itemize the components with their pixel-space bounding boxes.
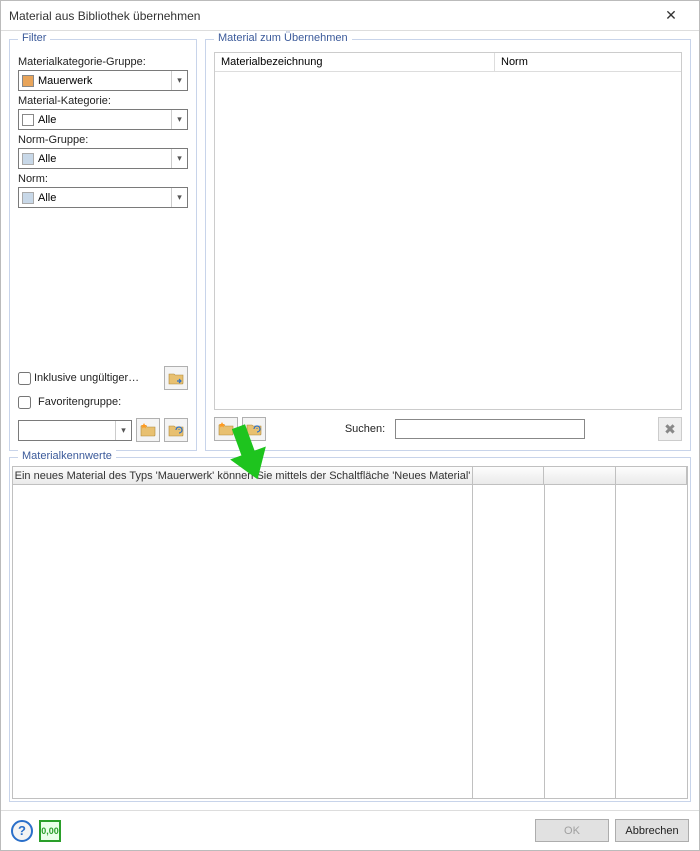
materialkennwerte-groupbox: Materialkennwerte Ein neues Material des… <box>9 457 691 802</box>
materialkennwerte-hint: Ein neues Material des Typs 'Mauerwerk' … <box>13 467 473 485</box>
combo-norm[interactable]: Alle ▾ <box>18 187 188 208</box>
folder-new-icon <box>218 421 234 437</box>
combo-value <box>19 421 115 440</box>
material-refresh-button[interactable] <box>242 417 266 441</box>
checkbox-inklusive-ungueltig-wrap[interactable]: Inklusive ungültiger… <box>18 372 139 385</box>
search-input[interactable] <box>395 419 585 439</box>
checkbox-label: Favoritengruppe: <box>38 396 121 408</box>
folder-new-icon <box>140 422 156 438</box>
dialog-window: Material aus Bibliothek übernehmen ✕ Fil… <box>0 0 700 851</box>
chevron-down-icon: ▾ <box>171 71 187 90</box>
combo-value: Mauerwerk <box>38 75 171 87</box>
checkbox-favoritengruppe-wrap[interactable]: Favoritengruppe: <box>18 392 188 412</box>
folder-refresh-icon <box>246 421 262 437</box>
title-bar: Material aus Bibliothek übernehmen ✕ <box>1 1 699 31</box>
material-list[interactable] <box>214 72 682 410</box>
combo-material-kategorie[interactable]: Alle ▾ <box>18 109 188 130</box>
label-norm: Norm: <box>18 173 188 185</box>
combo-value: Alle <box>38 192 171 204</box>
grid-body-cell <box>545 485 617 798</box>
column-header-materialbezeichnung[interactable]: Materialbezeichnung <box>215 53 495 72</box>
favorites-new-button[interactable] <box>136 418 160 442</box>
grid-header-cell <box>544 467 615 485</box>
combo-norm-gruppe[interactable]: Alle ▾ <box>18 148 188 169</box>
ok-label: OK <box>564 825 580 837</box>
folder-browse-icon <box>168 370 184 386</box>
cancel-label: Abbrechen <box>625 825 678 837</box>
material-list-header: Materialbezeichnung Norm <box>214 52 682 72</box>
label-materialkategorie-gruppe: Materialkategorie-Gruppe: <box>18 56 188 68</box>
swatch-icon <box>22 153 34 165</box>
filter-group-title: Filter <box>18 32 50 44</box>
material-transfer-groupbox: Material zum Übernehmen Materialbezeichn… <box>205 39 691 451</box>
filter-groupbox: Filter Materialkategorie-Gruppe: Mauerwe… <box>9 39 197 451</box>
chevron-down-icon: ▾ <box>171 110 187 129</box>
material-transfer-title: Material zum Übernehmen <box>214 32 352 44</box>
combo-value: Alle <box>38 114 171 126</box>
materialkennwerte-title: Materialkennwerte <box>18 450 116 462</box>
combo-favoritengruppe[interactable]: ▾ <box>18 420 132 441</box>
window-title: Material aus Bibliothek übernehmen <box>9 9 651 23</box>
number-format-button[interactable]: 0,00 <box>39 820 61 842</box>
checkbox-label: Inklusive ungültiger… <box>34 372 139 384</box>
help-icon: ? <box>18 823 26 838</box>
grid-body-cell <box>616 485 687 798</box>
combo-materialkategorie-gruppe[interactable]: Mauerwerk ▾ <box>18 70 188 91</box>
grid-body-cell <box>13 485 473 798</box>
label-material-kategorie: Material-Kategorie: <box>18 95 188 107</box>
search-label: Suchen: <box>345 423 385 435</box>
material-new-button[interactable] <box>214 417 238 441</box>
grid-body-cell <box>473 485 545 798</box>
chevron-down-icon: ▾ <box>171 149 187 168</box>
folder-refresh-icon <box>168 422 184 438</box>
dialog-footer: ? 0,00 OK Abbrechen <box>1 810 699 850</box>
cancel-button[interactable]: Abbrechen <box>615 819 689 842</box>
swatch-icon <box>22 192 34 204</box>
label-norm-gruppe: Norm-Gruppe: <box>18 134 188 146</box>
swatch-icon <box>22 114 34 126</box>
grid-header-cell <box>616 467 687 485</box>
help-button[interactable]: ? <box>11 820 33 842</box>
combo-value: Alle <box>38 153 171 165</box>
format-num-icon: 0,00 <box>41 826 59 836</box>
chevron-down-icon: ▾ <box>171 188 187 207</box>
materialkennwerte-grid[interactable]: Ein neues Material des Typs 'Mauerwerk' … <box>12 466 688 799</box>
column-header-norm[interactable]: Norm <box>495 53 681 72</box>
checkbox-favoritengruppe[interactable] <box>18 396 31 409</box>
chevron-down-icon: ▾ <box>115 421 131 440</box>
delete-button[interactable]: ✖ <box>658 417 682 441</box>
checkbox-inklusive-ungueltig[interactable] <box>18 372 31 385</box>
delete-icon: ✖ <box>664 421 676 438</box>
ok-button[interactable]: OK <box>535 819 609 842</box>
grid-header-cell <box>473 467 544 485</box>
swatch-icon <box>22 75 34 87</box>
folder-browse-button[interactable] <box>164 366 188 390</box>
close-button[interactable]: ✕ <box>651 7 691 24</box>
favorites-refresh-button[interactable] <box>164 418 188 442</box>
